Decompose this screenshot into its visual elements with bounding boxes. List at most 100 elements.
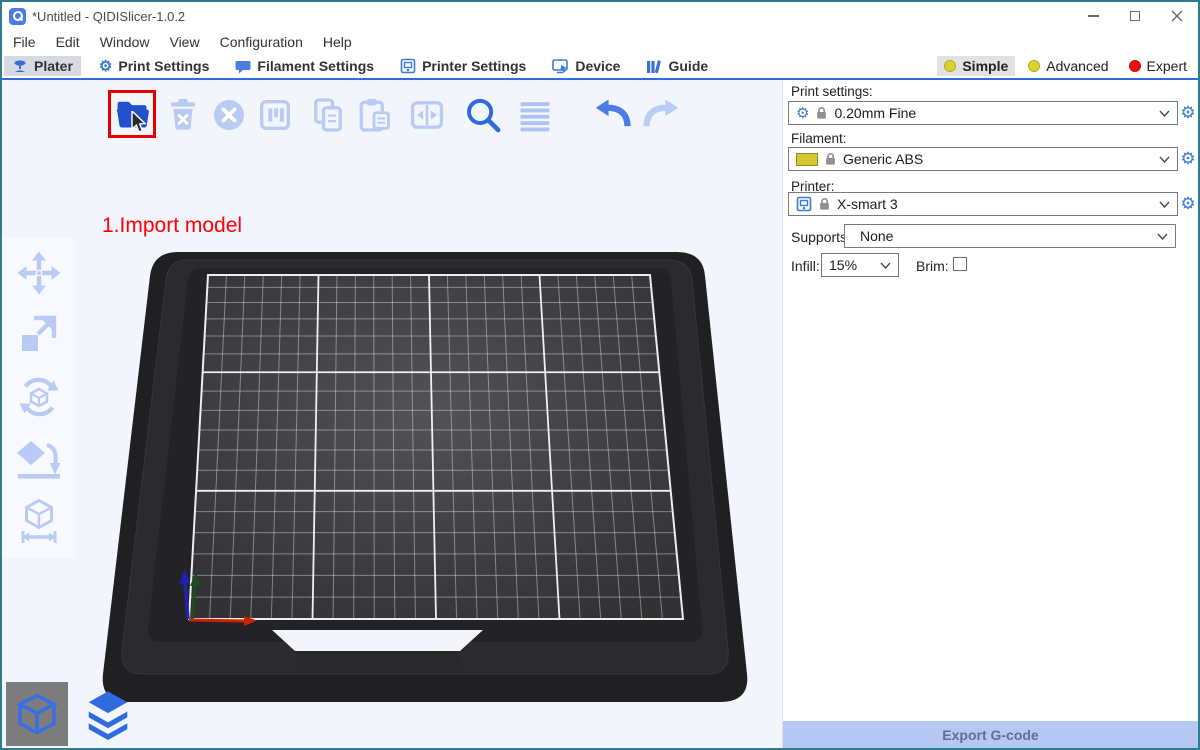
brim-label: Brim: bbox=[916, 258, 949, 274]
chevron-down-icon bbox=[880, 262, 891, 269]
tab-filament-settings[interactable]: Filament Settings bbox=[227, 56, 382, 76]
gear-icon: ⚙ bbox=[99, 59, 112, 74]
app-logo-icon bbox=[9, 8, 26, 25]
bed-front-notch bbox=[272, 630, 483, 651]
delete-icon[interactable] bbox=[163, 95, 203, 135]
tab-filament-settings-label: Filament Settings bbox=[257, 58, 374, 74]
3d-cube-icon bbox=[12, 687, 62, 741]
place-on-face-icon[interactable] bbox=[16, 436, 62, 482]
tab-plater-label: Plater bbox=[34, 58, 73, 74]
filament-combo[interactable]: Generic ABS bbox=[788, 147, 1178, 171]
move-icon[interactable] bbox=[16, 250, 62, 296]
main-toolbar bbox=[108, 90, 685, 138]
mode-expert[interactable]: Expert bbox=[1122, 56, 1194, 76]
simple-mode-dot-icon bbox=[944, 60, 956, 72]
supports-combo[interactable]: None bbox=[844, 224, 1176, 248]
menu-help[interactable]: Help bbox=[313, 34, 362, 50]
menu-view[interactable]: View bbox=[159, 34, 209, 50]
gizmo-toolbar bbox=[2, 238, 76, 558]
maximize-button[interactable] bbox=[1114, 2, 1156, 30]
bed-front-tab bbox=[295, 651, 460, 671]
print-settings-label: Print settings: bbox=[791, 84, 873, 99]
tab-device-label: Device bbox=[575, 58, 620, 74]
print-settings-combo[interactable]: ⚙ 0.20mm Fine bbox=[788, 101, 1178, 125]
window-title: *Untitled - QIDISlicer-1.0.2 bbox=[32, 9, 185, 24]
tab-print-settings-label: Print Settings bbox=[118, 58, 209, 74]
guide-books-icon bbox=[646, 59, 662, 74]
chevron-down-icon bbox=[1159, 156, 1170, 163]
close-icon bbox=[1171, 10, 1183, 22]
lock-icon bbox=[825, 152, 836, 166]
3d-viewport[interactable]: 1.Import model bbox=[2, 80, 782, 748]
supports-value: None bbox=[852, 228, 1150, 244]
layers-list-icon[interactable] bbox=[515, 95, 555, 135]
app-window: *Untitled - QIDISlicer-1.0.2 File Edit W… bbox=[0, 0, 1200, 750]
tab-plater[interactable]: Plater bbox=[4, 56, 81, 76]
filament-color-swatch bbox=[796, 153, 818, 166]
mode-advanced[interactable]: Advanced bbox=[1021, 56, 1115, 76]
mode-switch: Simple Advanced Expert bbox=[937, 56, 1194, 76]
tab-device[interactable]: Device bbox=[544, 56, 628, 76]
printer-value: X-smart 3 bbox=[837, 196, 1152, 212]
settings-panel: Print settings: ⚙ 0.20mm Fine ⚙ Filament… bbox=[782, 80, 1198, 748]
split-objects-icon[interactable] bbox=[407, 95, 447, 135]
preview-layers-view-button[interactable] bbox=[78, 682, 138, 746]
maximize-icon bbox=[1130, 11, 1140, 21]
menu-edit[interactable]: Edit bbox=[46, 34, 90, 50]
tab-print-settings[interactable]: ⚙ Print Settings bbox=[91, 56, 217, 76]
3d-editor-view-button[interactable] bbox=[6, 682, 68, 746]
tab-printer-settings[interactable]: Printer Settings bbox=[392, 56, 534, 76]
tab-guide-label: Guide bbox=[668, 58, 708, 74]
mode-simple[interactable]: Simple bbox=[937, 56, 1015, 76]
chevron-down-icon bbox=[1159, 110, 1170, 117]
advanced-mode-dot-icon bbox=[1028, 60, 1040, 72]
bed-grid-surface bbox=[189, 275, 683, 619]
tab-guide[interactable]: Guide bbox=[638, 56, 716, 76]
menu-file[interactable]: File bbox=[3, 34, 46, 50]
scale-icon[interactable] bbox=[16, 312, 62, 358]
import-highlight-box bbox=[108, 90, 156, 138]
filament-gear-button[interactable]: ⚙ bbox=[1179, 150, 1197, 168]
print-settings-value: 0.20mm Fine bbox=[834, 105, 1152, 121]
close-button[interactable] bbox=[1156, 2, 1198, 30]
titlebar: *Untitled - QIDISlicer-1.0.2 bbox=[2, 2, 1198, 30]
paste-icon[interactable] bbox=[354, 95, 394, 135]
print-bed bbox=[2, 80, 782, 748]
tabbar: Plater ⚙ Print Settings Filament Setting… bbox=[2, 54, 1198, 80]
menubar: File Edit Window View Configuration Help bbox=[2, 30, 1198, 54]
lock-icon bbox=[819, 197, 830, 211]
layers-stack-icon bbox=[82, 686, 134, 742]
filament-label: Filament: bbox=[791, 131, 847, 146]
rotate-icon[interactable] bbox=[16, 374, 62, 420]
redo-icon[interactable] bbox=[640, 95, 682, 135]
printer-gear-button[interactable]: ⚙ bbox=[1179, 195, 1197, 213]
view-switch bbox=[6, 682, 138, 746]
infill-combo[interactable]: 15% bbox=[821, 253, 899, 277]
expert-mode-dot-icon bbox=[1129, 60, 1141, 72]
plater-icon bbox=[12, 58, 28, 74]
filament-bubble-icon bbox=[235, 59, 251, 74]
minimize-button[interactable] bbox=[1072, 2, 1114, 30]
print-settings-gear-button[interactable]: ⚙ bbox=[1179, 104, 1197, 122]
brim-checkbox[interactable] bbox=[953, 257, 967, 271]
mode-advanced-label: Advanced bbox=[1046, 58, 1108, 74]
measure-icon[interactable] bbox=[16, 498, 62, 544]
supports-label: Supports: bbox=[791, 229, 851, 245]
export-gcode-button[interactable]: Export G-code bbox=[783, 721, 1198, 748]
arrange-icon[interactable] bbox=[255, 95, 295, 135]
printer-combo[interactable]: X-smart 3 bbox=[788, 192, 1178, 216]
menu-window[interactable]: Window bbox=[90, 34, 160, 50]
mode-simple-label: Simple bbox=[962, 58, 1008, 74]
minimize-icon bbox=[1088, 15, 1099, 17]
device-monitor-icon bbox=[552, 59, 569, 74]
gear-icon: ⚙ bbox=[796, 106, 809, 121]
menu-configuration[interactable]: Configuration bbox=[210, 34, 313, 50]
mouse-cursor-icon bbox=[131, 111, 149, 135]
lock-icon bbox=[816, 106, 827, 120]
delete-all-icon[interactable] bbox=[209, 95, 249, 135]
import-annotation: 1.Import model bbox=[102, 214, 242, 238]
search-icon[interactable] bbox=[462, 95, 504, 137]
copy-icon[interactable] bbox=[308, 95, 348, 135]
undo-icon[interactable] bbox=[592, 95, 634, 135]
mode-expert-label: Expert bbox=[1147, 58, 1187, 74]
